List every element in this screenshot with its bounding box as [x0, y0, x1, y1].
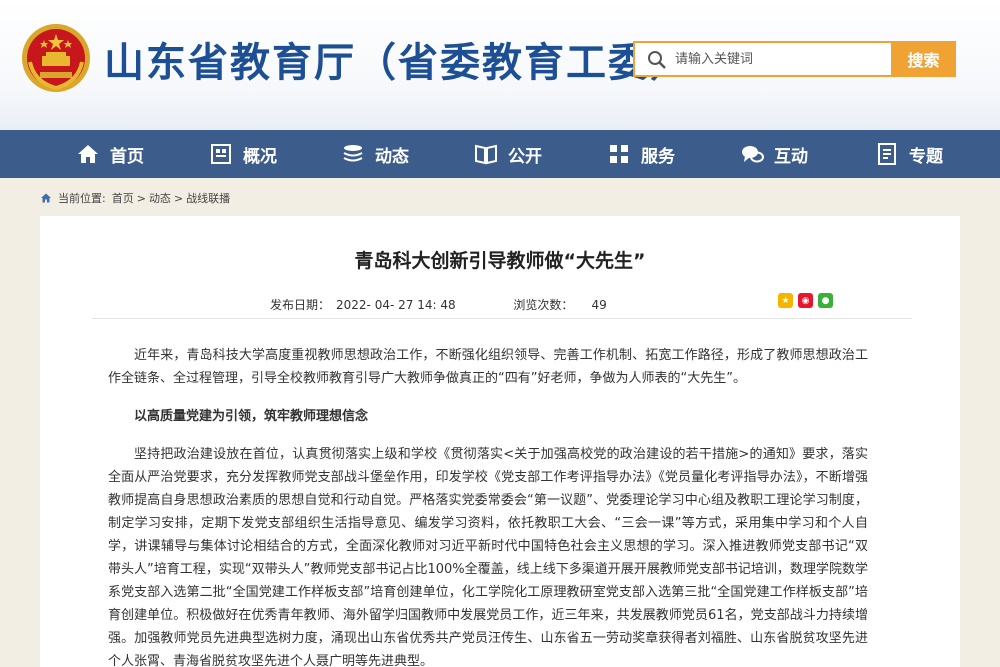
nav-item-interact[interactable]: 互动 — [740, 130, 808, 178]
chat-icon — [742, 146, 764, 163]
nav-item-topics[interactable]: 专题 — [875, 130, 943, 178]
breadcrumb-separator: > — [136, 191, 146, 205]
home-icon — [78, 145, 98, 163]
article-card: 青岛科大创新引导教师做“大先生” 发布日期： 2022- 04- 27 14: 4… — [40, 216, 960, 667]
search-input[interactable] — [675, 43, 885, 75]
nav-label: 服务 — [641, 146, 675, 167]
divider — [92, 318, 912, 319]
site-title[interactable]: 山东省教育厅（省委教育工委） — [104, 30, 692, 88]
publish-label: 发布日期： — [270, 298, 331, 312]
subheading: 以高质量党建为引领，筑牢教师理想信念 — [134, 409, 369, 424]
breadcrumb-prefix: 当前位置: — [58, 192, 106, 205]
publish-date: 2022- 04- 27 14: 48 — [336, 298, 456, 312]
qzone-share-icon[interactable]: ★ — [778, 293, 793, 308]
article-meta: 发布日期： 2022- 04- 27 14: 48 浏览次数： 49 — [270, 296, 613, 313]
site-header: 山东省教育厅（省委教育工委） 搜索 — [0, 0, 1000, 130]
home-icon — [41, 193, 51, 203]
nav-label: 动态 — [375, 146, 409, 167]
nav-item-public[interactable]: 公开 — [474, 130, 542, 178]
breadcrumb-separator: > — [173, 191, 184, 205]
nav-label: 互动 — [774, 146, 808, 167]
building-icon — [211, 144, 231, 164]
breadcrumb: 当前位置: 首页 > 动态 > 战线联播 — [40, 190, 230, 206]
weibo-share-icon[interactable]: ◉ — [798, 293, 813, 308]
views-label: 浏览次数： — [513, 298, 574, 312]
nav-item-service[interactable]: 服务 — [607, 130, 675, 178]
breadcrumb-home[interactable]: 首页 — [112, 190, 134, 206]
nav-label: 专题 — [909, 146, 943, 167]
wechat-share-icon[interactable]: ● — [818, 293, 833, 308]
nav-item-home[interactable]: 首页 — [76, 130, 144, 178]
stack-icon — [343, 145, 363, 162]
document-icon — [878, 143, 896, 165]
views-count: 49 — [591, 298, 607, 312]
breadcrumb-news[interactable]: 动态 — [149, 190, 171, 206]
article-content: 近年来，青岛科技大学高度重视教师思想政治工作，不断强化组织领导、完善工作机制、拓… — [108, 344, 868, 667]
nav-item-overview[interactable]: 概况 — [209, 130, 277, 178]
grid-icon — [610, 145, 628, 163]
paragraph: 近年来，青岛科技大学高度重视教师思想政治工作，不断强化组织领导、完善工作机制、拓… — [108, 348, 868, 386]
search-box — [633, 41, 893, 77]
main-nav: 首页 概况 动态 公开 服务 互动 专题 — [0, 130, 1000, 178]
article-title: 青岛科大创新引导教师做“大先生” — [354, 250, 646, 272]
search-button[interactable]: 搜索 — [891, 41, 956, 77]
breadcrumb-frontline[interactable]: 战线联播 — [186, 190, 230, 206]
paragraph: 坚持把政治建设放在首位，认真贯彻落实上级和学校《贯彻落实<关于加强高校党的政治建… — [108, 447, 868, 667]
search-icon — [648, 51, 666, 69]
nav-item-news[interactable]: 动态 — [341, 130, 409, 178]
nav-label: 公开 — [508, 146, 542, 167]
national-emblem-icon[interactable] — [20, 22, 92, 94]
share-buttons: ★ ◉ ● — [778, 293, 833, 308]
nav-label: 概况 — [243, 146, 277, 167]
nav-label: 首页 — [110, 146, 144, 167]
book-icon — [475, 144, 497, 165]
